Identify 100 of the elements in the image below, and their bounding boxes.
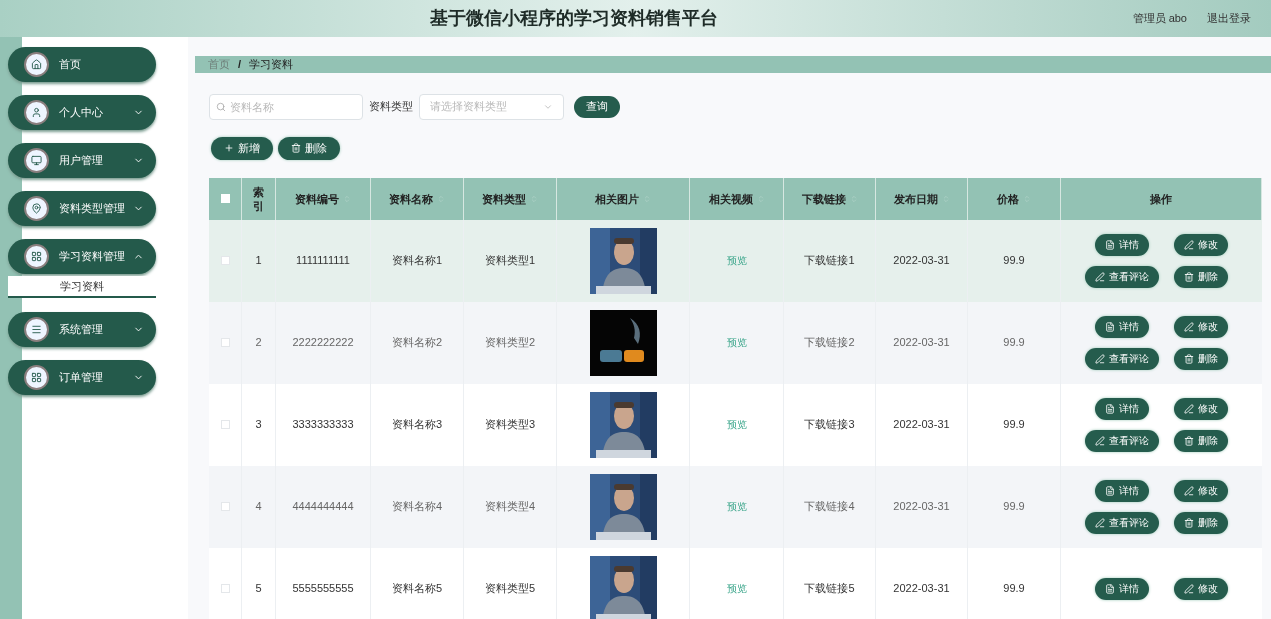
column-header[interactable]: 发布日期: [876, 177, 968, 220]
sidebar-item[interactable]: 个人中心: [8, 95, 156, 130]
column-header[interactable]: 相关图片: [557, 177, 690, 220]
pen-icon: [1183, 403, 1194, 414]
column-header[interactable]: 价格: [968, 177, 1061, 220]
action-button[interactable]: 删除: [1173, 347, 1228, 370]
document-icon: [1105, 239, 1116, 250]
table-cell-text: 资料名称1: [391, 253, 443, 269]
breadcrumb-separator: /: [238, 57, 242, 72]
row-checkbox[interactable]: [220, 338, 230, 347]
action-button[interactable]: 修改: [1173, 233, 1228, 256]
action-button[interactable]: 修改: [1173, 315, 1228, 338]
action-button[interactable]: 删除: [1173, 429, 1228, 452]
action-button[interactable]: 删除: [1173, 265, 1228, 288]
sidebar-item[interactable]: 订单管理: [8, 360, 156, 395]
trash-icon: [1183, 353, 1194, 364]
pin-icon: [24, 196, 49, 221]
action-button[interactable]: 修改: [1173, 577, 1228, 600]
table-cell-text: 2022-03-31: [893, 335, 950, 351]
action-button[interactable]: 删除: [1173, 511, 1228, 534]
grid-icon: [24, 365, 49, 390]
sidebar-item[interactable]: 首页: [8, 47, 156, 82]
action-button[interactable]: 修改: [1173, 479, 1228, 502]
table-cell-text: 2222222222: [292, 335, 354, 351]
home-icon: [24, 52, 49, 77]
action-button[interactable]: 查看评论: [1085, 511, 1160, 534]
query-button[interactable]: 查询: [574, 95, 620, 118]
pen-icon: [1095, 517, 1106, 528]
table-cell-text: 2022-03-31: [893, 581, 950, 597]
action-button[interactable]: 查看评论: [1085, 265, 1160, 288]
column-header[interactable]: 资料编号: [276, 177, 371, 220]
column-header[interactable]: 相关视频: [690, 177, 784, 220]
action-button[interactable]: 查看评论: [1085, 347, 1160, 370]
monitor-icon: [24, 148, 49, 173]
column-header[interactable]: 下载链接: [784, 177, 876, 220]
action-button[interactable]: 修改: [1173, 397, 1228, 420]
breadcrumb-item: 学习资料: [249, 57, 294, 72]
table-cell-text: 2022-03-31: [893, 253, 950, 269]
table-cell-text: 资料名称2: [391, 335, 443, 351]
table-cell-text: 99.9: [1003, 335, 1025, 351]
action-button[interactable]: 详情: [1095, 315, 1150, 338]
add-button[interactable]: 新增: [211, 136, 273, 160]
pen-icon: [1183, 239, 1194, 250]
sidebar-item[interactable]: 系统管理: [8, 312, 156, 347]
column-header[interactable]: 资料名称: [371, 177, 464, 220]
submenu-item[interactable]: 学习资料: [8, 276, 156, 298]
action-button[interactable]: 详情: [1095, 577, 1150, 600]
sidebar-item[interactable]: 用户管理: [8, 143, 156, 178]
pen-icon: [1095, 435, 1106, 446]
user-name: 管理员 abo: [1132, 11, 1187, 27]
table-row[interactable]: 4 4444444444 资料名称4 资料类型4 预览 下载链接4 2022-03-31 99.9 详情 修改 查看评论 删除: [209, 465, 1262, 548]
pen-icon: [1095, 271, 1106, 282]
row-checkbox[interactable]: [220, 502, 230, 511]
select-all-checkbox[interactable]: [220, 194, 230, 203]
table-cell-text: 2022-03-31: [893, 417, 950, 433]
action-button[interactable]: 详情: [1095, 233, 1150, 256]
document-icon: [1105, 485, 1116, 496]
logout-link[interactable]: 退出登录: [1207, 10, 1251, 27]
table-cell-text: 99.9: [1003, 417, 1025, 433]
table-cell-text: 资料类型3: [484, 417, 536, 433]
table-cell-text: 2: [255, 335, 262, 351]
table-cell-text: 资料名称3: [391, 417, 443, 433]
plus-icon: [224, 143, 234, 153]
field-label: 资料类型: [369, 99, 413, 115]
table-cell-text: 1: [255, 253, 262, 269]
document-icon: [1105, 403, 1116, 414]
app-title: 基于微信小程序的学习资料销售平台: [430, 7, 719, 30]
row-checkbox[interactable]: [220, 420, 230, 429]
table-cell-text: 1111111111: [296, 253, 350, 269]
table-cell-text: 99.9: [1003, 253, 1025, 269]
action-button[interactable]: 详情: [1095, 479, 1150, 502]
table-row[interactable]: 1 1111111111 资料名称1 资料类型1 预览 下载链接1 2022-03-31 99.9 详情 修改 查看评论 删除: [209, 219, 1262, 302]
pen-icon: [1183, 485, 1194, 496]
table-cell-text: 2022-03-31: [893, 499, 950, 515]
table-cell-text: 3333333333: [292, 417, 354, 433]
table-row[interactable]: 5 5555555555 资料名称5 资料类型5 预览 下载链接5 2022-03-31 99.9 详情 修改: [209, 547, 1262, 619]
table-cell-text: 5: [255, 581, 262, 597]
grid-icon: [24, 244, 49, 269]
action-button[interactable]: 详情: [1095, 397, 1150, 420]
row-checkbox[interactable]: [220, 256, 230, 265]
sidebar-item[interactable]: 学习资料管理: [8, 239, 156, 274]
table-cell-text: 资料类型4: [484, 499, 536, 515]
column-header[interactable]: 资料类型: [464, 177, 557, 220]
action-button[interactable]: 查看评论: [1085, 429, 1160, 452]
table-row[interactable]: 2 2222222222 资料名称2 资料类型2 预览 下载链接2 2022-03-31 99.9 详情 修改 查看评论 删除: [209, 301, 1262, 384]
pen-icon: [1183, 321, 1194, 332]
table-cell-text: 3: [255, 417, 262, 433]
document-icon: [1105, 583, 1116, 594]
trash-icon: [1183, 271, 1194, 282]
row-checkbox[interactable]: [220, 584, 230, 593]
table-cell-text: 下载链接2: [804, 335, 855, 351]
table-cell-text: 下载链接3: [804, 417, 855, 433]
search-field[interactable]: 资料名称: [209, 93, 363, 120]
table-cell-text: 资料名称5: [391, 581, 443, 597]
sidebar-item[interactable]: 资料类型管理: [8, 191, 156, 226]
table-cell-text: 资料名称4: [391, 499, 443, 515]
search-icon: [216, 101, 226, 112]
table-row[interactable]: 3 3333333333 资料名称3 资料类型3 预览 下载链接3 2022-03-31 99.9 详情 修改 查看评论 删除: [209, 383, 1262, 466]
delete-button[interactable]: 删除: [278, 136, 340, 160]
column-header: 索引: [242, 177, 276, 220]
